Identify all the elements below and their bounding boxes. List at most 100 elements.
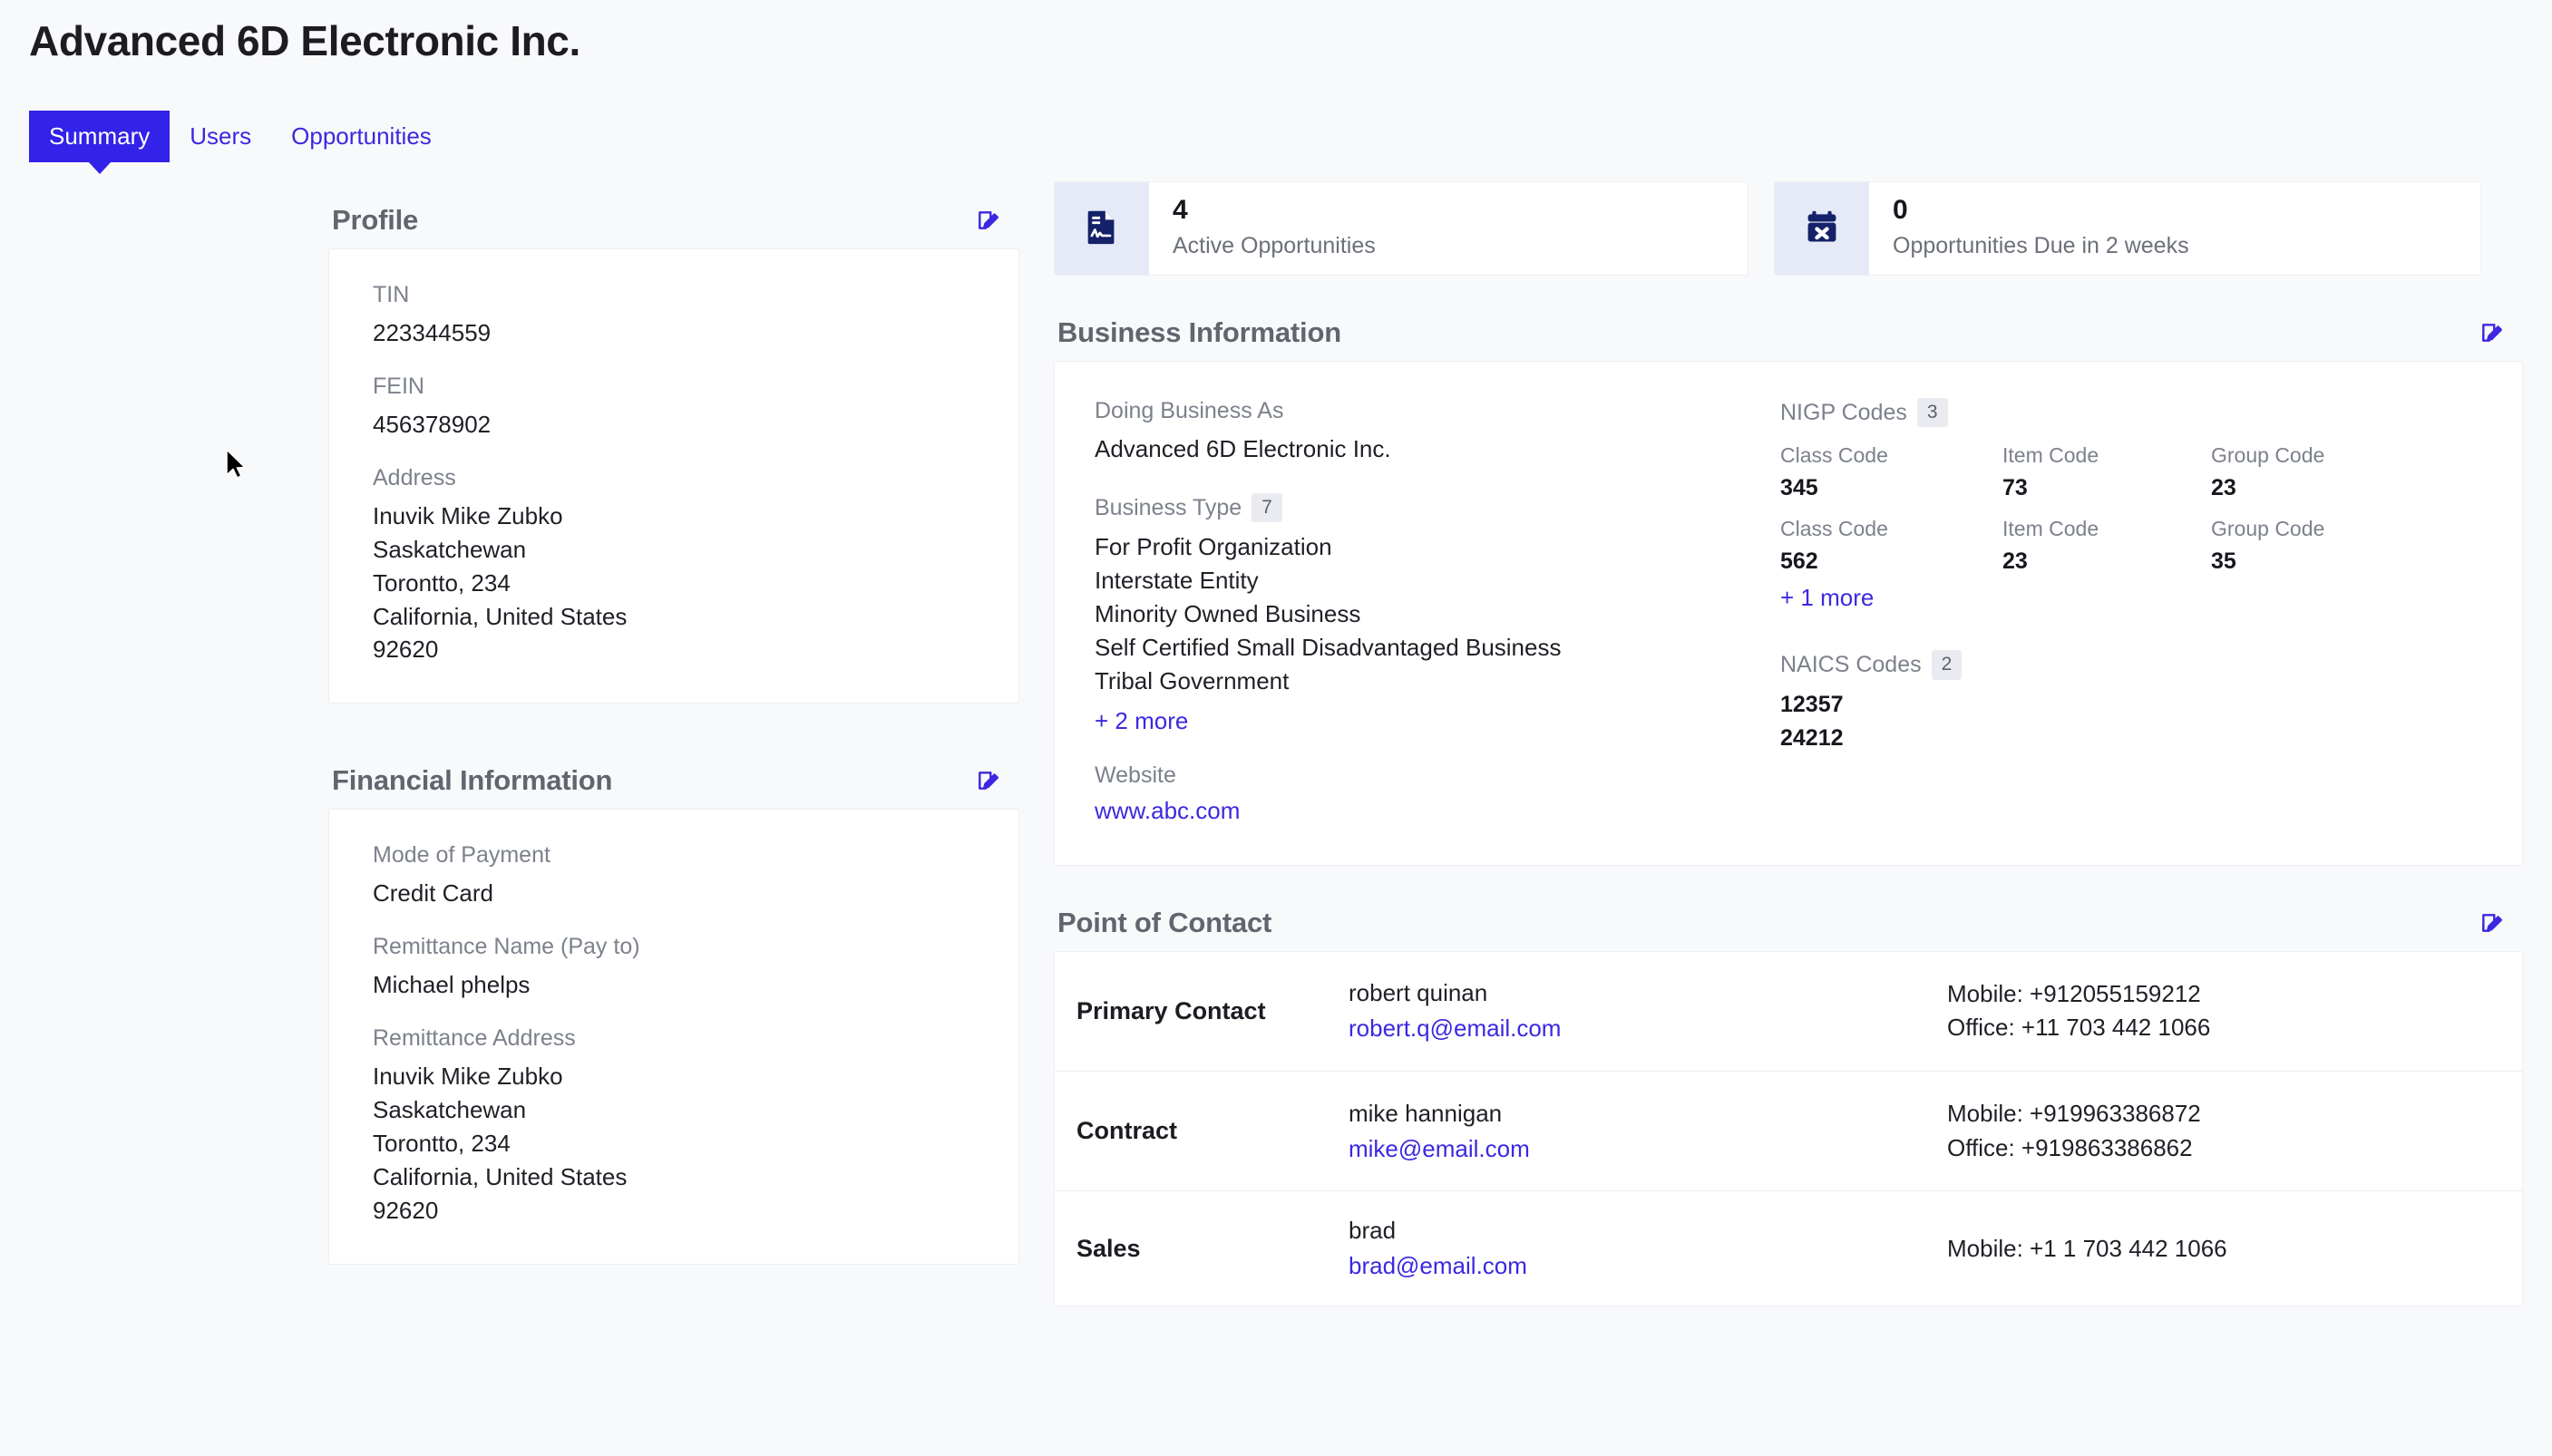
nigp-codes-block: NIGP Codes 3 Class Code Item Code Group … [1780,398,2482,612]
edit-pencil-icon[interactable] [976,769,999,792]
field-value-address: Inuvik Mike Zubko Saskatchewan Torontto,… [373,501,628,664]
business-type-count-badge: 7 [1252,492,1282,523]
contact-person: brad brad@email.com [1349,1217,1947,1280]
field-label-tin: TIN [373,282,410,307]
field-value-mode-of-payment: Credit Card [373,879,493,908]
stat-value-opportunities-due: 0 [1893,195,1908,225]
naics-label-row: NAICS Codes 2 [1780,650,2482,680]
financial-card: Financial Information Mode of Payment Cr… [328,752,1019,1265]
profile-body: TIN 223344559 FEIN 456378902 Address Inu… [328,248,1019,704]
contact-name: robert quinan [1349,979,1488,1007]
nigp-group-code-label: Group Code [2211,443,2325,468]
profile-header: Profile [328,192,1019,248]
field-label-business-type: Business Type [1095,494,1242,520]
tab-opportunities[interactable]: Opportunities [271,111,452,162]
nigp-item-code-value: 23 [2002,548,2028,575]
field-label-fein: FEIN [373,373,424,399]
business-information-body: Doing Business As Advanced 6D Electronic… [1054,361,2523,866]
contact-email-link[interactable]: robert.q@email.com [1349,1014,1561,1042]
business-type-more-link[interactable]: + 2 more [1095,707,1188,735]
stat-card-opportunities-due[interactable]: 0 Opportunities Due in 2 weeks [1774,181,2481,276]
naics-codes-block: NAICS Codes 2 12357 24212 [1780,650,2482,755]
field-value-remittance-name: Michael phelps [373,971,531,999]
financial-header: Financial Information [328,752,1019,809]
left-column: Profile TIN 223344559 FEIN 456378902 Add… [328,192,1019,1265]
business-information-title: Business Information [1057,316,1341,348]
edit-pencil-icon[interactable] [2479,911,2503,935]
nigp-codes-label: NIGP Codes [1780,399,1907,425]
business-information-card: Business Information Doing Business As A… [1054,305,2523,866]
field-doing-business-as: Doing Business As Advanced 6D Electronic… [1095,398,1766,466]
stat-value-active-opportunities: 4 [1173,195,1188,225]
page-title: Advanced 6D Electronic Inc. [29,17,580,64]
nigp-codes-grid: Class Code Item Code Group Code 345 73 2… [1780,435,2482,575]
contact-phones: Mobile: +912055159212 Office: +11 703 44… [1947,979,2211,1042]
profile-card: Profile TIN 223344559 FEIN 456378902 Add… [328,192,1019,704]
field-remittance-address: Remittance Address Inuvik Mike Zubko Sas… [373,1025,975,1228]
document-pulse-icon [1081,206,1123,252]
business-right-column: NIGP Codes 3 Class Code Item Code Group … [1766,398,2482,825]
nigp-group-code-value: 23 [2211,475,2236,501]
contact-email-link[interactable]: mike@email.com [1349,1135,1530,1162]
nigp-label-row: NIGP Codes 3 [1780,398,2482,428]
field-value-fein: 456378902 [373,410,492,438]
financial-body: Mode of Payment Credit Card Remittance N… [328,809,1019,1265]
table-row: Sales brad brad@email.com Mobile: +1 1 7… [1055,1190,2522,1306]
business-type-item: For Profit Organization [1095,533,1332,561]
field-address: Address Inuvik Mike Zubko Saskatchewan T… [373,465,975,667]
business-left-column: Doing Business As Advanced 6D Electronic… [1095,398,1766,825]
field-value-dba: Advanced 6D Electronic Inc. [1095,435,1391,462]
nigp-codes-count-badge: 3 [1916,398,1948,428]
contact-name: brad [1349,1217,1397,1245]
field-remittance-name: Remittance Name (Pay to) Michael phelps [373,934,975,1002]
field-label-address: Address [373,464,456,490]
nigp-class-code-value: 562 [1780,548,1818,575]
naics-codes-values: 12357 24212 [1780,691,1844,752]
field-label-mode-of-payment: Mode of Payment [373,842,550,869]
tab-users[interactable]: Users [170,111,271,162]
nigp-item-code-label: Item Code [2002,443,2099,468]
edit-pencil-icon[interactable] [2479,321,2503,345]
field-value-remittance-address: Inuvik Mike Zubko Saskatchewan Torontto,… [373,1063,628,1224]
field-value-tin: 223344559 [373,319,492,346]
point-of-contact-card: Point of Contact Primary Contact robert … [1054,895,2523,1307]
right-column: 4 Active Opportunities 0 Opportunities D… [1054,181,2523,1307]
nigp-item-code-label: Item Code [2002,517,2099,541]
point-of-contact-table: Primary Contact robert quinan robert.q@e… [1054,950,2523,1307]
contact-phones: Mobile: +919963386872 Office: +919863386… [1947,1100,2201,1161]
stat-card-active-opportunities[interactable]: 4 Active Opportunities [1054,181,1748,276]
field-label-website: Website [1095,762,1176,788]
nigp-class-code-label: Class Code [1780,443,1888,468]
stat-caption-opportunities-due: Opportunities Due in 2 weeks [1893,232,2189,258]
field-business-type: Business Type 7 For Profit Organization … [1095,492,1766,735]
business-type-item: Self Certified Small Disadvantaged Busin… [1095,633,1562,661]
stat-caption-active-opportunities: Active Opportunities [1173,232,1376,258]
table-row: Contract mike hannigan mike@email.com Mo… [1055,1071,2522,1190]
table-row: Primary Contact robert quinan robert.q@e… [1055,952,2522,1071]
contact-role: Sales [1076,1234,1141,1262]
edit-pencil-icon[interactable] [976,209,999,232]
tab-summary[interactable]: Summary [29,111,170,162]
field-fein: FEIN 456378902 [373,374,975,442]
stat-icon-wrap [1775,182,1869,275]
nigp-item-code-value: 73 [2002,475,2028,501]
nigp-group-code-label: Group Code [2211,517,2325,541]
contact-phones: Mobile: +1 1 703 442 1066 [1947,1234,2227,1262]
field-website: Website www.abc.com [1095,762,1766,825]
naics-codes-count-badge: 2 [1931,650,1963,680]
nigp-group-code-value: 35 [2211,548,2236,575]
profile-title: Profile [332,204,419,236]
mouse-cursor [223,448,250,489]
website-link[interactable]: www.abc.com [1095,797,1240,824]
business-type-item: Minority Owned Business [1095,599,1361,627]
contact-role: Contract [1076,1117,1178,1145]
financial-title: Financial Information [332,764,613,797]
field-label-dba: Doing Business As [1095,398,1284,423]
business-type-label-row: Business Type 7 [1095,492,1766,523]
contact-email-link[interactable]: brad@email.com [1349,1252,1527,1279]
stat-icon-wrap [1055,182,1149,275]
stat-text-wrap: 0 Opportunities Due in 2 weeks [1869,182,2189,275]
nigp-more-link[interactable]: + 1 more [1780,584,1874,612]
naics-codes-label: NAICS Codes [1780,651,1922,677]
nigp-class-code-label: Class Code [1780,517,1888,541]
